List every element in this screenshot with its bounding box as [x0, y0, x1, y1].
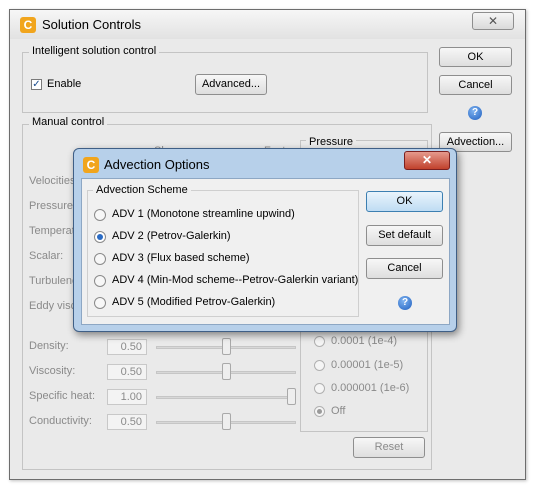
- advection-scheme-label: Advection Scheme: [93, 184, 191, 196]
- pressure-radio-1e-5[interactable]: [314, 360, 325, 371]
- scalar-label: Scalar:: [29, 250, 64, 262]
- dialog-app-logo-icon: C: [83, 157, 99, 173]
- advection-options-dialog: C Advection Options ✕ Advection Scheme A…: [73, 148, 457, 332]
- turbulence-label: Turbulenc: [29, 275, 75, 287]
- dialog-close-button[interactable]: ✕: [404, 151, 450, 170]
- manual-control-label: Manual control: [29, 116, 108, 128]
- close-icon: ✕: [487, 14, 499, 28]
- dialog-title: Advection Options: [104, 157, 210, 172]
- specific-heat-slider-thumb[interactable]: [287, 388, 296, 405]
- dialog-body: Advection Scheme ADV 1 (Monotone streaml…: [81, 178, 450, 325]
- pressure-option-1e-6: 0.000001 (1e-6): [331, 382, 410, 394]
- app-logo-icon: C: [20, 17, 36, 33]
- specific-heat-field[interactable]: 1.00: [107, 389, 147, 405]
- pressure-radio-off[interactable]: [314, 406, 325, 417]
- adv1-label: ADV 1 (Monotone streamline upwind): [112, 208, 295, 220]
- density-slider-thumb[interactable]: [221, 338, 231, 355]
- temperature-label: Temperat: [29, 225, 75, 237]
- pressure-option-off: Off: [331, 405, 346, 417]
- adv4-label: ADV 4 (Min-Mod scheme--Petrov-Galerkin v…: [112, 274, 359, 286]
- title-bar: C Solution Controls ✕: [10, 10, 525, 39]
- adv5-radio[interactable]: [94, 297, 106, 309]
- enable-checkbox[interactable]: ✓: [31, 79, 42, 90]
- density-label: Density:: [29, 340, 69, 352]
- adv3-label: ADV 3 (Flux based scheme): [112, 252, 250, 264]
- conductivity-field[interactable]: 0.50: [107, 414, 147, 430]
- viscosity-slider-thumb[interactable]: [221, 363, 231, 380]
- density-field[interactable]: 0.50: [107, 339, 147, 355]
- adv4-radio[interactable]: [94, 275, 106, 287]
- specific-heat-slider-track[interactable]: [156, 396, 296, 399]
- velocities-label: Velocities: [29, 175, 75, 187]
- adv2-radio[interactable]: [94, 231, 106, 243]
- specific-heat-label: Specific heat:: [29, 390, 96, 402]
- adv5-label: ADV 5 (Modified Petrov-Galerkin): [112, 296, 276, 308]
- window-title: Solution Controls: [42, 17, 141, 32]
- cancel-button[interactable]: Cancel: [439, 75, 512, 95]
- reset-button[interactable]: Reset: [353, 437, 425, 458]
- help-icon[interactable]: ?: [468, 106, 482, 120]
- pressure-option-1e-4: 0.0001 (1e-4): [331, 335, 398, 347]
- intelligent-control-label: Intelligent solution control: [29, 45, 160, 57]
- adv1-radio[interactable]: [94, 209, 106, 221]
- pressure-option-1e-5: 0.00001 (1e-5): [331, 359, 404, 371]
- pressure-radio-1e-6[interactable]: [314, 383, 325, 394]
- advanced-button[interactable]: Advanced...: [195, 74, 267, 95]
- dialog-help-icon[interactable]: ?: [398, 296, 412, 310]
- viscosity-field[interactable]: 0.50: [107, 364, 147, 380]
- dialog-ok-button[interactable]: OK: [366, 191, 443, 212]
- enable-label: Enable: [47, 78, 82, 90]
- pressure-row-label: Pressure:: [29, 200, 75, 212]
- conductivity-label: Conductivity:: [29, 415, 92, 427]
- ok-button[interactable]: OK: [439, 47, 512, 67]
- adv2-label: ADV 2 (Petrov-Galerkin): [112, 230, 231, 242]
- eddy-viscosity-label: Eddy visc: [29, 300, 75, 312]
- dialog-close-icon: ✕: [421, 153, 433, 167]
- close-button[interactable]: ✕: [472, 12, 514, 30]
- viscosity-label: Viscosity:: [29, 365, 76, 377]
- pressure-header: Pressure: [306, 136, 357, 148]
- conductivity-slider-thumb[interactable]: [221, 413, 231, 430]
- dialog-cancel-button[interactable]: Cancel: [366, 258, 443, 279]
- pressure-radio-1e-4[interactable]: [314, 336, 325, 347]
- set-default-button[interactable]: Set default: [366, 225, 443, 246]
- adv3-radio[interactable]: [94, 253, 106, 265]
